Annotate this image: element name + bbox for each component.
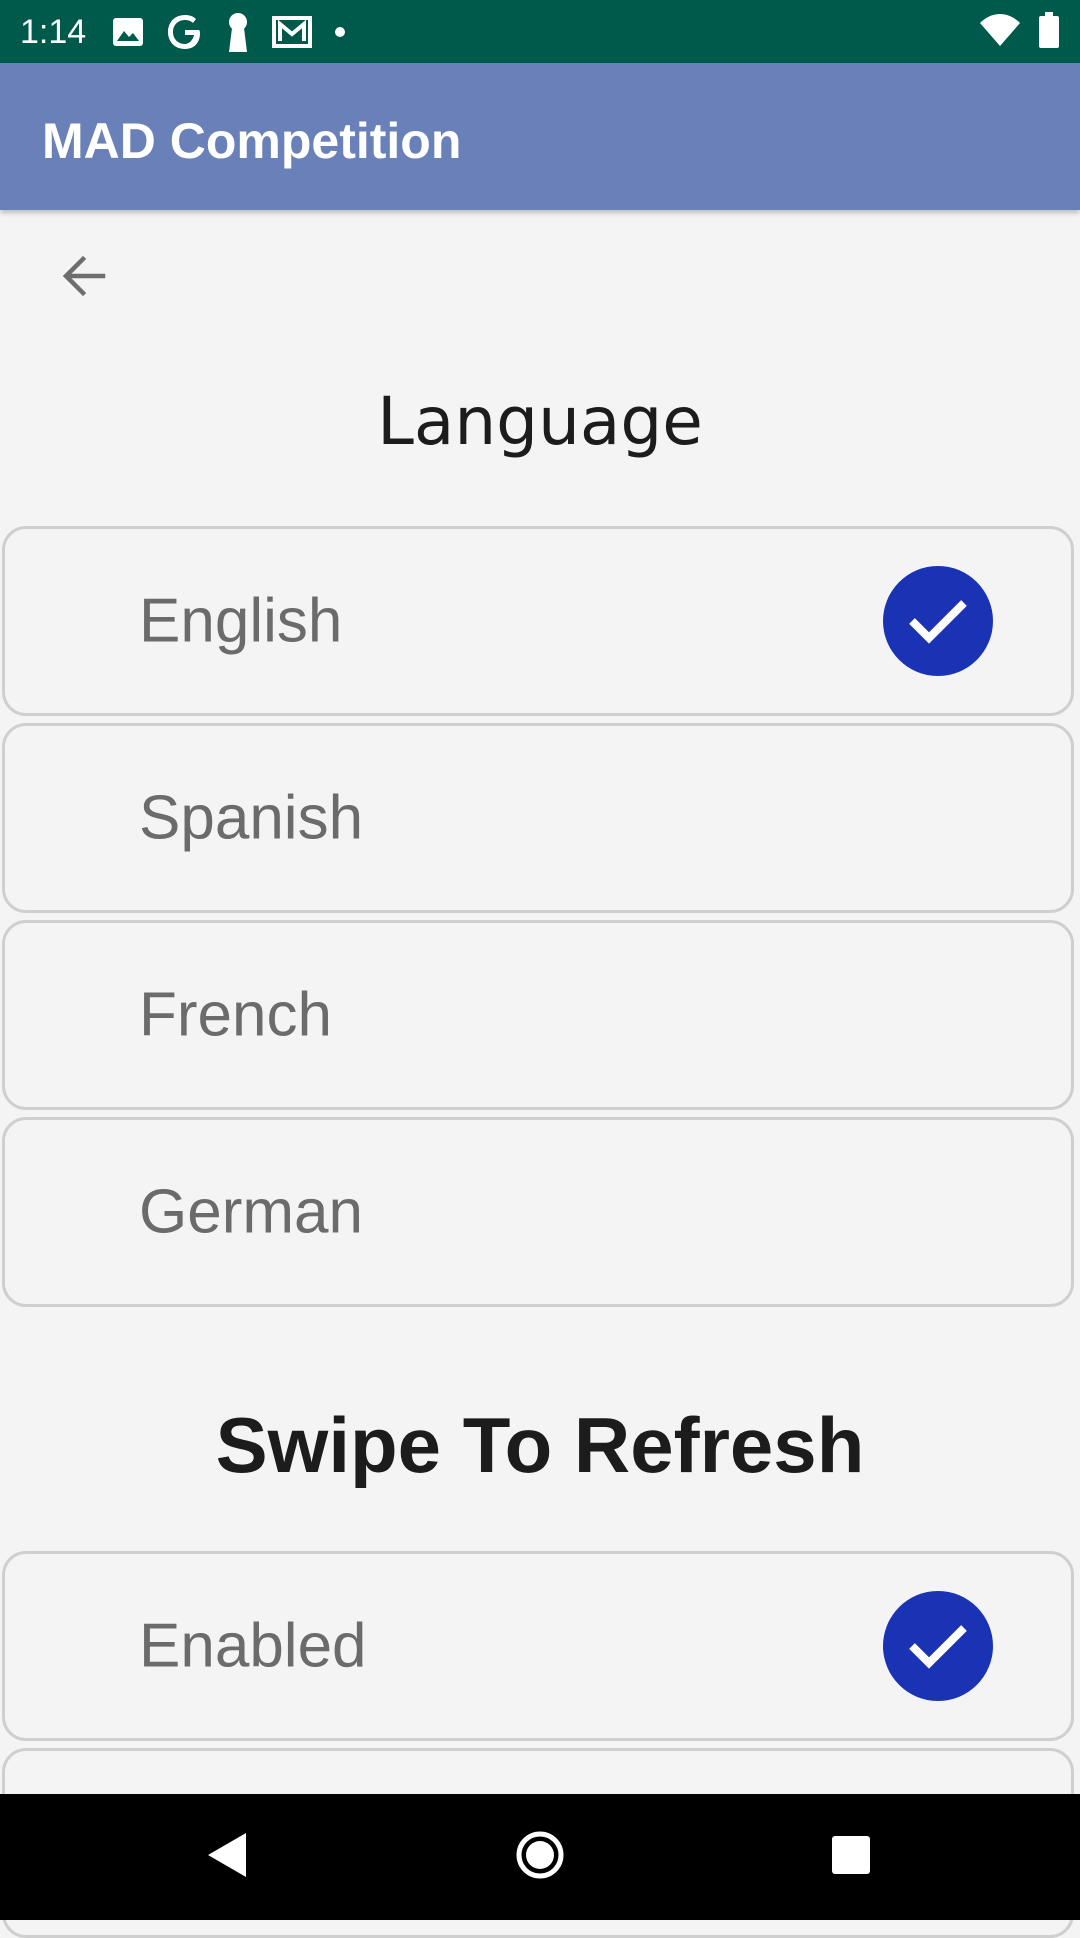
notification-icons xyxy=(112,11,346,53)
google-icon xyxy=(166,13,204,51)
back-triangle-icon xyxy=(204,1830,250,1885)
status-bar: 1:14 xyxy=(0,0,1080,63)
swipe-option-enabled[interactable]: Enabled xyxy=(2,1551,1074,1741)
navigation-bar xyxy=(0,1794,1080,1920)
app-title: MAD Competition xyxy=(42,113,462,169)
swipe-to-refresh-title: Swipe To Refresh xyxy=(215,1401,865,1489)
home-circle-icon xyxy=(514,1829,566,1886)
arrow-left-icon xyxy=(61,253,107,304)
language-option-english[interactable]: English xyxy=(2,526,1074,716)
back-button[interactable] xyxy=(44,238,124,318)
dot-icon xyxy=(334,26,346,38)
wifi-icon xyxy=(980,13,1020,51)
recents-square-icon xyxy=(829,1833,873,1882)
keyhole-icon xyxy=(226,12,250,52)
image-icon xyxy=(112,17,144,47)
system-icons xyxy=(980,11,1060,53)
language-option-german[interactable]: German xyxy=(2,1117,1074,1307)
nav-recents-button[interactable] xyxy=(820,1826,882,1888)
option-label: French xyxy=(139,980,332,1050)
nav-home-button[interactable] xyxy=(509,1826,571,1888)
option-label: German xyxy=(139,1177,363,1247)
option-label: Spanish xyxy=(139,783,364,853)
checkmark-icon xyxy=(883,566,993,676)
status-time: 1:14 xyxy=(20,13,87,51)
language-option-french[interactable]: French xyxy=(2,920,1074,1110)
app-bar: MAD Competition xyxy=(0,63,1080,210)
language-option-spanish[interactable]: Spanish xyxy=(2,723,1074,913)
gmail-icon xyxy=(272,15,312,49)
option-label: English xyxy=(139,586,343,656)
checkmark-icon xyxy=(883,1591,993,1701)
nav-back-button[interactable] xyxy=(196,1826,258,1888)
battery-icon xyxy=(1038,11,1060,53)
option-label: Enabled xyxy=(139,1611,367,1681)
language-title: Language xyxy=(377,383,703,460)
